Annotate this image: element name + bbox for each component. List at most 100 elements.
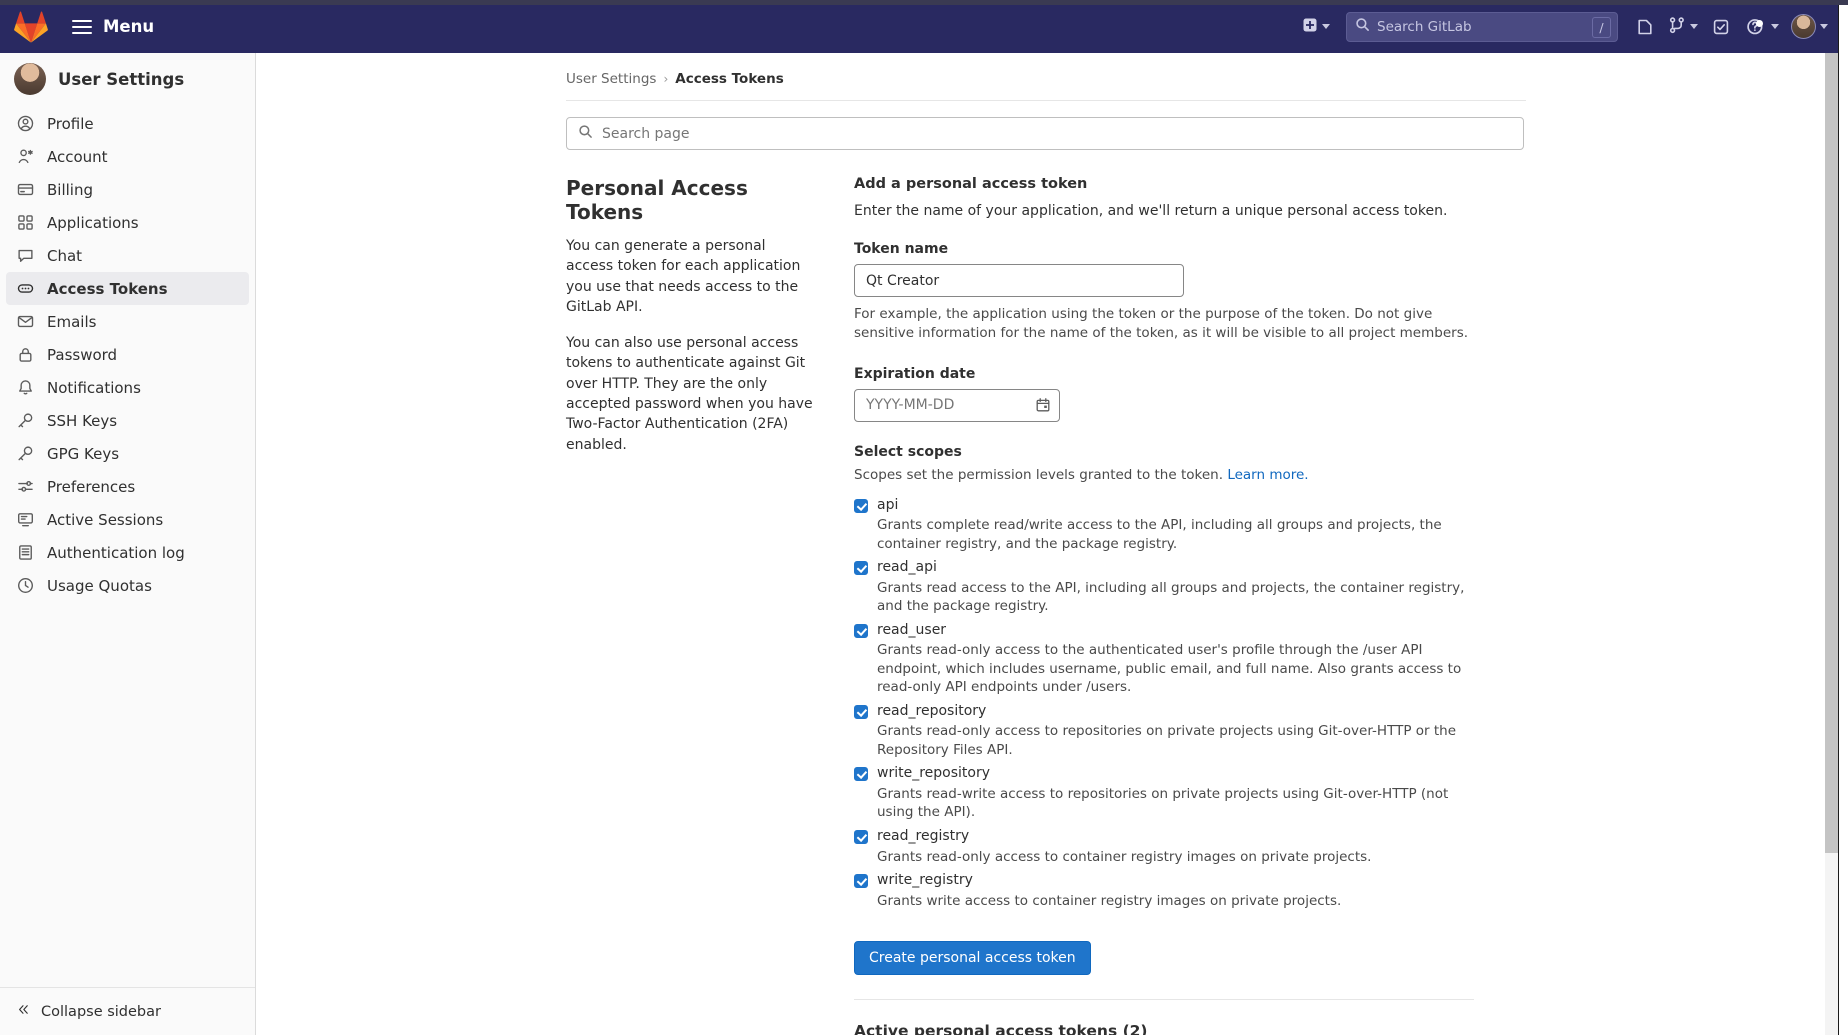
sidebar-item-account[interactable]: Account <box>6 140 249 173</box>
avatar <box>14 63 46 95</box>
sidebar-item-notifications[interactable]: Notifications <box>6 371 249 404</box>
token-icon <box>17 280 34 297</box>
sidebar-title: User Settings <box>58 70 184 89</box>
window-right-edge <box>1838 0 1848 1035</box>
sidebar-item-label: Preferences <box>47 478 135 496</box>
user-menu-button[interactable] <box>1787 10 1832 43</box>
scope-item-read-api: read_api Grants read access to the API, … <box>854 558 1474 616</box>
scope-checkbox[interactable] <box>854 767 868 781</box>
sidebar-item-label: Account <box>47 148 108 166</box>
chevron-down-icon <box>1322 24 1330 29</box>
breadcrumb-separator-icon: › <box>663 72 668 86</box>
sidebar-item-emails[interactable]: Emails <box>6 305 249 338</box>
scope-item-write-registry: write_registry Grants write access to co… <box>854 871 1474 910</box>
sidebar-item-active-sessions[interactable]: Active Sessions <box>6 503 249 536</box>
scope-name[interactable]: write_registry <box>877 871 1341 891</box>
breadcrumb-parent[interactable]: User Settings <box>566 71 656 87</box>
expiration-date-input[interactable]: YYYY-MM-DD <box>854 389 1060 422</box>
vertical-scrollbar[interactable] <box>1825 53 1838 1035</box>
expiration-date-placeholder: YYYY-MM-DD <box>866 397 954 413</box>
sidebar-item-applications[interactable]: Applications <box>6 206 249 239</box>
description-paragraph-2: You can also use personal access tokens … <box>566 333 816 455</box>
scrollbar-thumb[interactable] <box>1825 53 1838 853</box>
sidebar-item-label: Billing <box>47 181 93 199</box>
scope-name[interactable]: api <box>877 496 1474 516</box>
help-button[interactable] <box>1740 11 1783 42</box>
user-avatar-icon <box>1791 14 1816 39</box>
scope-checkbox[interactable] <box>854 705 868 719</box>
create-personal-access-token-button[interactable]: Create personal access token <box>854 941 1091 975</box>
main-menu-label: Menu <box>103 17 154 36</box>
chevron-double-left-icon <box>17 1003 30 1020</box>
sidebar-item-label: Access Tokens <box>47 280 168 298</box>
quota-clock-icon <box>17 577 34 594</box>
window-title-strip <box>0 0 1848 5</box>
main-menu-button[interactable]: Menu <box>64 11 162 42</box>
user-settings-sidebar: User Settings Profile Account Billing <box>0 53 256 1035</box>
section-description: Personal Access Tokens You can generate … <box>566 176 816 1035</box>
scopes-lead: Scopes set the permission levels granted… <box>854 467 1474 483</box>
scope-checkbox[interactable] <box>854 874 868 888</box>
scope-name[interactable]: read_user <box>877 621 1474 641</box>
active-tokens-title: Active personal access tokens (2) <box>854 1022 1474 1035</box>
scope-checkbox[interactable] <box>854 830 868 844</box>
sidebar-item-label: Chat <box>47 247 82 265</box>
scope-name[interactable]: read_api <box>877 558 1474 578</box>
chat-bubble-icon <box>17 247 34 264</box>
calendar-icon[interactable] <box>1035 397 1051 417</box>
scopes-learn-more-link[interactable]: Learn more. <box>1227 467 1308 483</box>
top-navbar: Menu Search GitLab / <box>0 0 1848 53</box>
breadcrumb: User Settings › Access Tokens <box>566 63 1526 95</box>
scope-description: Grants read-only access to the authentic… <box>877 641 1474 696</box>
scope-description: Grants complete read/write access to the… <box>877 516 1474 553</box>
sidebar-item-usage-quotas[interactable]: Usage Quotas <box>6 569 249 602</box>
sidebar-item-access-tokens[interactable]: Access Tokens <box>6 272 249 305</box>
plus-square-icon <box>1302 17 1318 37</box>
search-page-input[interactable]: Search page <box>566 117 1524 150</box>
expiration-date-field: YYYY-MM-DD <box>854 389 1060 422</box>
monitor-icon <box>17 511 34 528</box>
scope-description: Grants read access to the API, including… <box>877 579 1474 616</box>
sidebar-item-ssh-keys[interactable]: SSH Keys <box>6 404 249 437</box>
search-icon <box>1355 17 1370 36</box>
issues-icon[interactable] <box>1630 12 1660 42</box>
sidebar-item-preferences[interactable]: Preferences <box>6 470 249 503</box>
sidebar-item-chat[interactable]: Chat <box>6 239 249 272</box>
profile-icon <box>17 115 34 132</box>
settings-section: Personal Access Tokens You can generate … <box>566 176 1526 1035</box>
sidebar-item-billing[interactable]: Billing <box>6 173 249 206</box>
envelope-icon <box>17 313 34 330</box>
sidebar-item-label: SSH Keys <box>47 412 117 430</box>
help-notification-dot <box>1756 20 1763 27</box>
collapse-sidebar-button[interactable]: Collapse sidebar <box>0 987 255 1035</box>
sidebar-header: User Settings <box>0 53 255 107</box>
sidebar-item-authentication-log[interactable]: Authentication log <box>6 536 249 569</box>
scope-item-read-repository: read_repository Grants read-only access … <box>854 702 1474 760</box>
todos-icon[interactable] <box>1706 12 1736 42</box>
form-bottom-divider <box>854 999 1474 1000</box>
billing-card-icon <box>17 181 34 198</box>
merge-requests-button[interactable] <box>1664 12 1702 42</box>
global-search-box[interactable]: Search GitLab / <box>1346 12 1618 42</box>
gitlab-logo-icon[interactable] <box>14 10 48 44</box>
scope-checkbox[interactable] <box>854 499 868 513</box>
chevron-down-icon <box>1771 24 1779 29</box>
create-new-button[interactable] <box>1298 13 1334 41</box>
navbar-right-group: Search GitLab / <box>1298 0 1848 53</box>
sidebar-item-label: Authentication log <box>47 544 185 562</box>
scope-name[interactable]: read_registry <box>877 827 1371 847</box>
search-shortcut-key: / <box>1592 17 1611 38</box>
scope-name[interactable]: read_repository <box>877 702 1474 722</box>
token-name-input[interactable]: Qt Creator <box>854 264 1184 297</box>
sidebar-item-label: Profile <box>47 115 94 133</box>
scope-checkbox[interactable] <box>854 624 868 638</box>
scope-name[interactable]: write_repository <box>877 764 1474 784</box>
token-name-value: Qt Creator <box>866 273 939 289</box>
scope-checkbox[interactable] <box>854 561 868 575</box>
sidebar-item-label: Password <box>47 346 117 364</box>
sliders-icon <box>17 478 34 495</box>
form-subheading: Enter the name of your application, and … <box>854 201 1474 221</box>
sidebar-item-gpg-keys[interactable]: GPG Keys <box>6 437 249 470</box>
sidebar-item-profile[interactable]: Profile <box>6 107 249 140</box>
sidebar-item-password[interactable]: Password <box>6 338 249 371</box>
